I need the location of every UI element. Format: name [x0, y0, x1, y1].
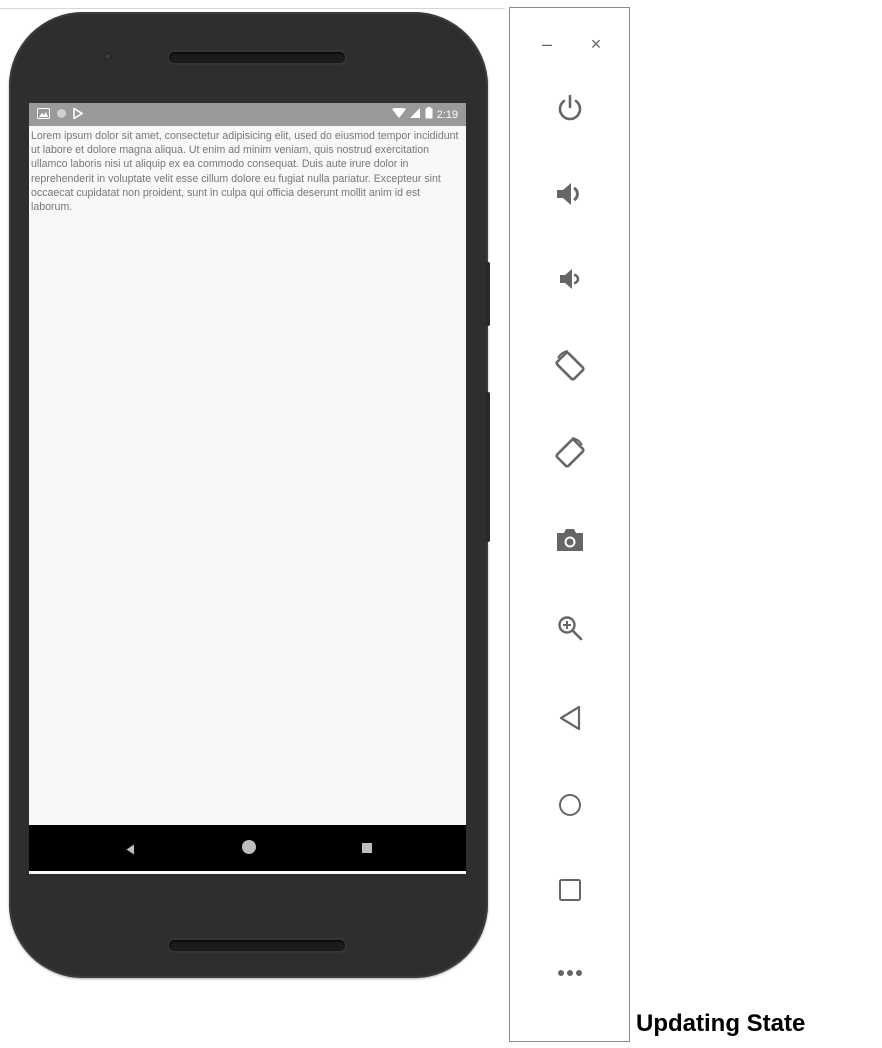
rotate-right-icon: [552, 435, 588, 471]
close-button[interactable]: ×: [586, 34, 606, 54]
volume-up-button[interactable]: [550, 174, 590, 214]
side-power-button[interactable]: [485, 262, 490, 326]
volume-up-icon: [554, 179, 586, 209]
camera-icon: [555, 527, 585, 553]
nav-home-icon[interactable]: [242, 840, 256, 854]
volume-down-icon: [557, 266, 583, 292]
bottom-speaker: [169, 940, 345, 951]
more-dots-icon: [557, 969, 583, 977]
wifi-icon: [391, 106, 406, 124]
status-bar: 2:19: [29, 103, 466, 126]
back-triangle-icon: [558, 705, 582, 731]
emulator-window: 2:19 Lorem ipsum dolor sit amet, consect…: [0, 0, 882, 1048]
zoom-in-icon: [556, 614, 584, 642]
more-button[interactable]: [550, 953, 590, 993]
home-circle-icon: [557, 792, 583, 818]
battery-icon: [425, 106, 433, 124]
power-button[interactable]: [550, 88, 590, 128]
minimize-button[interactable]: –: [537, 34, 557, 54]
home-button[interactable]: [550, 785, 590, 825]
rotate-right-button[interactable]: [550, 433, 590, 473]
volume-down-button[interactable]: [550, 259, 590, 299]
rotate-left-button[interactable]: [550, 346, 590, 386]
back-button[interactable]: [550, 698, 590, 738]
nav-back-icon[interactable]: [126, 842, 135, 860]
navigation-bar: [29, 825, 466, 871]
front-camera: [103, 52, 112, 61]
overview-button[interactable]: [550, 870, 590, 910]
overview-square-icon: [557, 877, 583, 903]
play-store-icon: [73, 106, 84, 124]
power-icon: [555, 93, 585, 123]
signal-icon: [409, 106, 421, 124]
status-time: 2:19: [436, 108, 458, 121]
side-volume-button[interactable]: [485, 392, 490, 542]
caption-text: Updating State: [636, 1010, 806, 1037]
image-icon: [37, 106, 50, 124]
top-speaker: [169, 52, 345, 63]
phone-screen[interactable]: 2:19 Lorem ipsum dolor sit amet, consect…: [29, 103, 466, 874]
lorem-text: Lorem ipsum dolor sit amet, consectetur …: [31, 130, 459, 214]
top-divider: [0, 8, 505, 9]
nav-recents-icon[interactable]: [362, 843, 372, 853]
emulator-toolbar: – ×: [509, 7, 630, 1042]
rotate-left-icon: [552, 348, 588, 384]
screenshot-button[interactable]: [550, 520, 590, 560]
zoom-button[interactable]: [550, 608, 590, 648]
circle-icon: [56, 106, 67, 124]
